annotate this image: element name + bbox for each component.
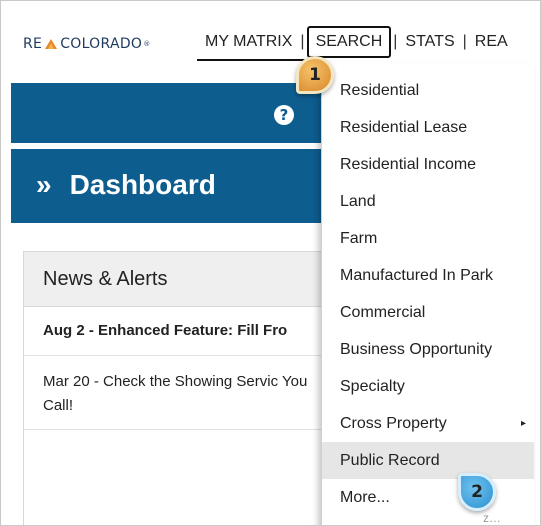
flame-icon	[45, 39, 58, 49]
menu-item-business-opportunity[interactable]: Business Opportunity	[322, 331, 534, 368]
menu-item-label: Cross Property	[340, 415, 447, 432]
nav-stats[interactable]: STATS	[397, 27, 462, 57]
news-item[interactable]: Mar 20 - Check the Showing Servic You Ca…	[24, 356, 341, 430]
news-alerts-panel: News & Alerts Aug 2 - Enhanced Feature: …	[23, 251, 342, 525]
menu-item-manufactured-in-park[interactable]: Manufactured In Park	[322, 257, 534, 294]
nav-rea[interactable]: REA	[467, 27, 516, 57]
menu-item-farm[interactable]: Farm	[322, 220, 534, 257]
top-nav: MY MATRIX | SEARCH | STATS | REA	[197, 26, 516, 58]
menu-item-residential-lease[interactable]: Residential Lease	[322, 109, 534, 146]
menu-item-cross-property[interactable]: Cross Property ▸	[322, 405, 534, 442]
panel-title: News & Alerts	[24, 252, 341, 307]
menu-item-specialty[interactable]: Specialty	[322, 368, 534, 405]
menu-item-residential[interactable]: Residential	[322, 72, 534, 109]
menu-item-public-record[interactable]: Public Record	[322, 442, 534, 479]
step-2-marker: 2	[458, 473, 496, 511]
recolorado-logo[interactable]: RE COLORADO ®	[23, 33, 151, 55]
nav-my-matrix[interactable]: MY MATRIX	[197, 27, 300, 57]
help-icon[interactable]: ?	[274, 105, 294, 125]
step-1-marker: 1	[296, 56, 334, 94]
search-dropdown-menu: Residential Residential Lease Residentia…	[321, 63, 534, 525]
menu-item-land[interactable]: Land	[322, 183, 534, 220]
menu-item-more[interactable]: More...	[322, 479, 534, 516]
submenu-arrow-icon: ▸	[520, 418, 526, 429]
app-window: RE COLORADO ® MY MATRIX | SEARCH | STATS…	[0, 0, 541, 526]
news-item[interactable]: Aug 2 - Enhanced Feature: Fill Fro	[24, 307, 341, 356]
page-title-text: Dashboard	[69, 169, 216, 200]
menu-item-residential-income[interactable]: Residential Income	[322, 146, 534, 183]
logo-text-right: COLORADO	[60, 36, 143, 52]
page-title: » Dashboard	[36, 169, 216, 201]
menu-item-commercial[interactable]: Commercial	[322, 294, 534, 331]
double-chevron-icon: »	[36, 169, 52, 200]
logo-text-left: RE	[23, 36, 43, 52]
nav-search[interactable]: SEARCH	[306, 26, 392, 58]
clipped-text: z…	[483, 511, 501, 525]
nav-separator: |	[300, 33, 305, 50]
registered-mark: ®	[143, 40, 151, 48]
